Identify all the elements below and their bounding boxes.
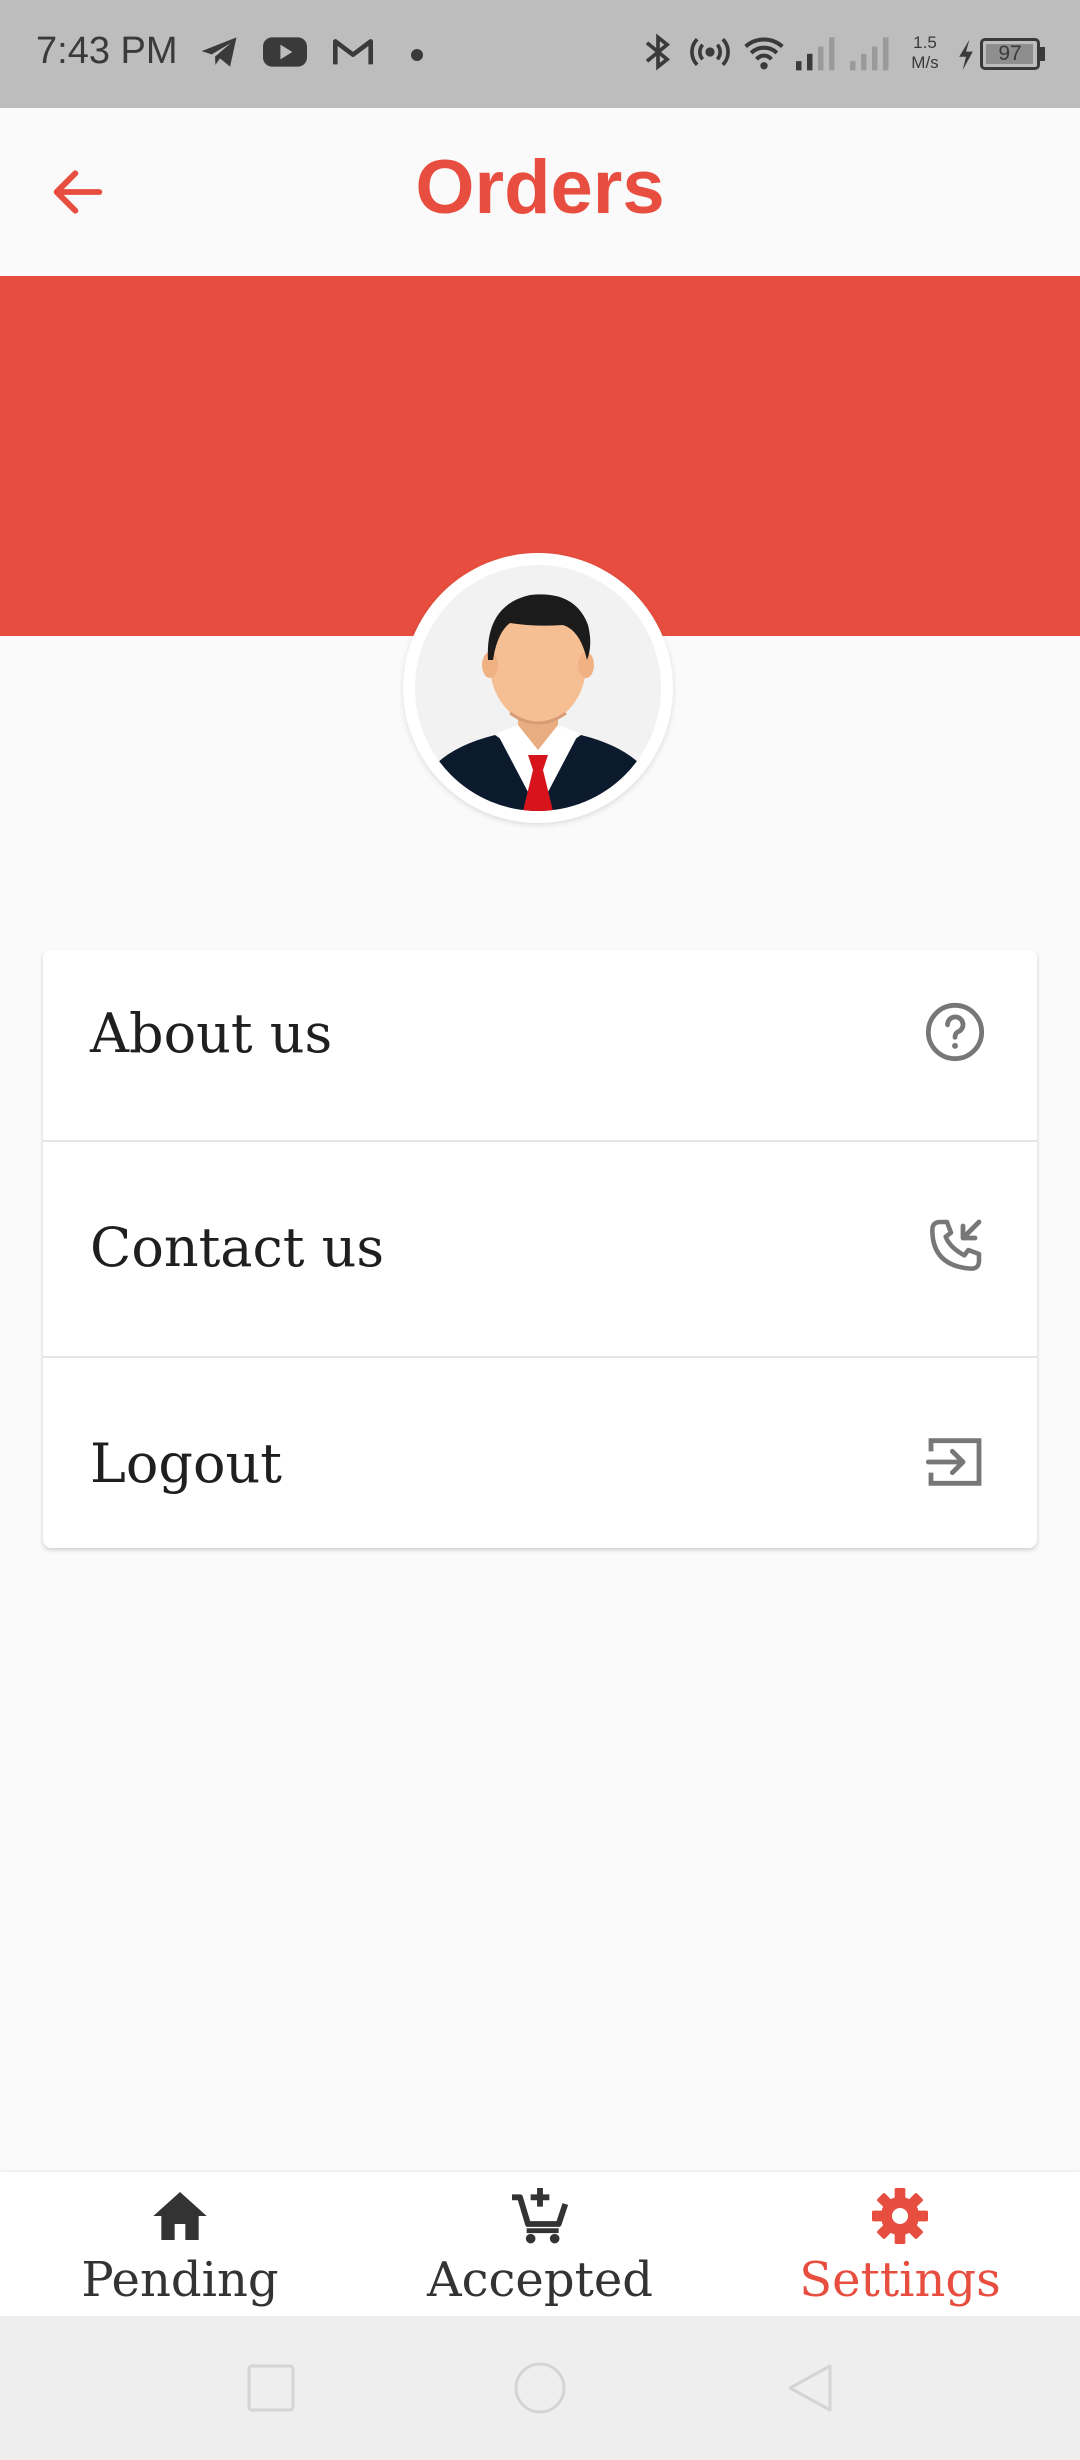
menu-item-logout[interactable]: Logout [43,1358,1037,1548]
nav-item-pending[interactable]: Pending [0,2172,360,2316]
app-bar: Orders [0,108,1080,276]
wifi-icon [744,37,784,70]
back-triangle-icon[interactable] [782,2360,838,2416]
menu-item-label: Contact us [90,1216,385,1279]
menu-item-contact-us[interactable]: Contact us [43,1142,1037,1356]
businessman-avatar [415,565,661,811]
menu-item-label: About us [90,1002,333,1065]
net-speed: 1.5 M/s [905,33,945,73]
net-speed-value: 1.5 [913,33,937,52]
status-time: 7:43 PM [36,30,178,72]
phone-incoming-icon [930,1219,982,1271]
signal-icon [850,37,889,71]
youtube-icon [263,37,307,67]
recents-square-icon[interactable] [243,2360,299,2416]
battery-indicator: 97 [980,38,1040,70]
battery-nub [1040,47,1045,61]
telegram-icon [201,37,237,67]
gmail-icon [333,39,373,65]
cart-add-icon [512,2188,569,2244]
nav-label: Pending [81,2252,279,2308]
signal-icon [796,37,835,71]
menu-item-label: Logout [90,1432,282,1495]
nav-label: Accepted [427,2252,653,2308]
settings-menu-card: About us Contact us Logout [43,950,1037,1548]
charging-bolt-icon [959,39,973,71]
nav-label: Settings [799,2252,1001,2308]
status-bar: 7:43 PM 1.5 M/s 97 [0,0,1080,108]
nav-item-accepted[interactable]: Accepted [360,2172,720,2316]
nav-item-settings[interactable]: Settings [720,2172,1080,2316]
help-circle-icon [925,1002,985,1062]
menu-item-about-us[interactable]: About us [43,950,1037,1140]
gear-icon [872,2188,928,2244]
logout-icon [925,1438,982,1486]
bottom-navigation: Pending Accepted Settings [0,2172,1080,2316]
avatar [403,553,673,823]
page-title: Orders [415,145,665,230]
home-icon [153,2192,207,2240]
bluetooth-icon [645,33,671,71]
home-circle-icon[interactable] [512,2360,568,2416]
net-speed-unit: M/s [911,53,939,72]
hotspot-icon [690,37,730,67]
system-navigation-bar [0,2316,1080,2460]
more-notifications-dot [411,49,423,61]
battery-level: 97 [998,42,1022,65]
